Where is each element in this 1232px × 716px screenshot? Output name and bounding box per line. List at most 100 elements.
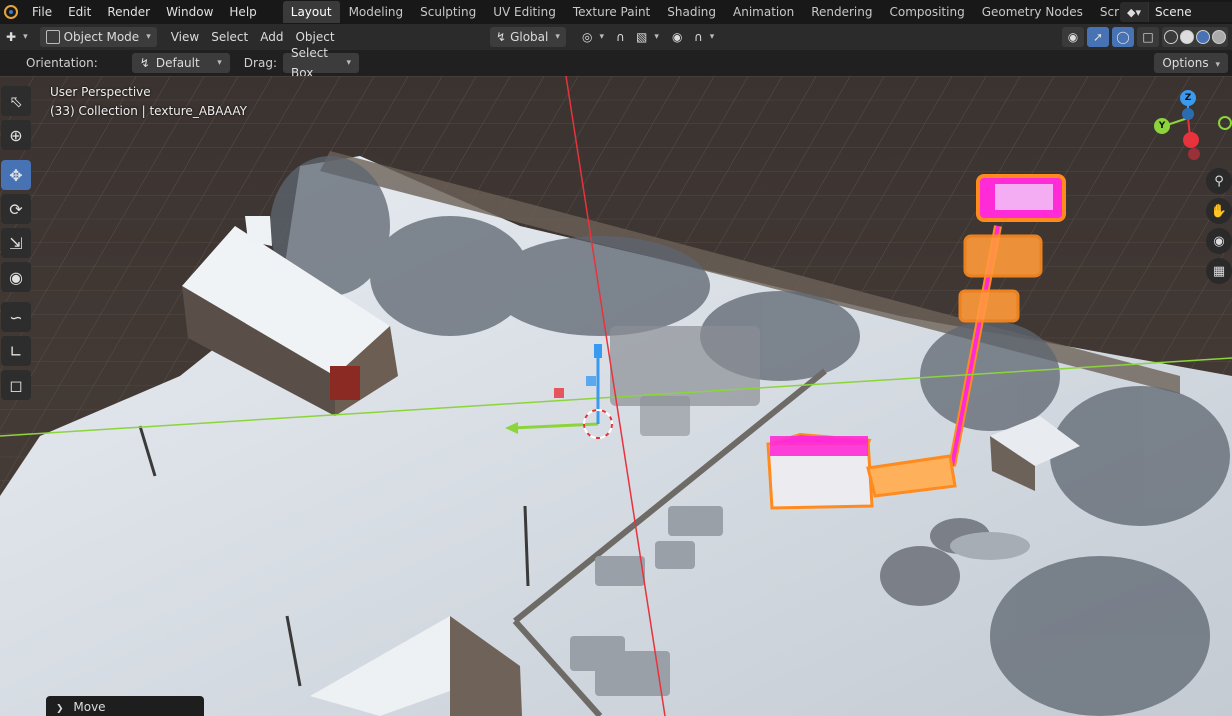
shading-mode-group bbox=[1162, 27, 1228, 47]
falloff-curve-icon: ∩ bbox=[694, 30, 703, 44]
scene-render bbox=[0, 76, 1232, 716]
menu-window[interactable]: Window bbox=[158, 0, 221, 24]
transform-tool-icon[interactable]: ◉ bbox=[1, 262, 31, 292]
overlay-circles-icon: ◯ bbox=[1116, 30, 1130, 44]
tab-texture-paint[interactable]: Texture Paint bbox=[565, 1, 658, 23]
chevron-down-icon: ▾ bbox=[555, 32, 560, 42]
viewport-collection-label: (33) Collection | texture_ABAAAY bbox=[50, 104, 247, 118]
camera-view-icon[interactable]: ◉ bbox=[1206, 228, 1232, 254]
options-label: Options bbox=[1162, 56, 1209, 70]
eye-icon: ◉ bbox=[1067, 30, 1079, 44]
menu-edit[interactable]: Edit bbox=[60, 0, 99, 24]
tool-settings-bar: Orientation: ↯ Default ▾ Drag: Select Bo… bbox=[0, 46, 1232, 80]
chevron-down-icon: ▾ bbox=[146, 32, 151, 42]
snap-toggle[interactable]: ∩ bbox=[610, 27, 631, 47]
tab-uv-editing[interactable]: UV Editing bbox=[485, 1, 564, 23]
chevron-down-icon: ▾ bbox=[599, 32, 605, 42]
object-mode-icon bbox=[45, 30, 60, 44]
pan-hand-icon[interactable]: ✋ bbox=[1206, 198, 1232, 224]
gizmo-x-axis[interactable] bbox=[1183, 132, 1199, 148]
tool-shelf: ⬁ ⊕ ✥ ⟳ ⇲ ◉ ∽ ∟ ◻ bbox=[0, 86, 32, 404]
chevron-down-icon: ▾ bbox=[23, 32, 28, 42]
tab-compositing[interactable]: Compositing bbox=[881, 1, 972, 23]
orientation-gizmo-icon: ↯ bbox=[139, 56, 150, 70]
orientation-label: Orientation: bbox=[26, 56, 98, 70]
blender-logo-icon[interactable] bbox=[4, 5, 18, 19]
tab-shading[interactable]: Shading bbox=[659, 1, 724, 23]
menu-add[interactable]: Add bbox=[254, 27, 289, 47]
drag-label: Drag: bbox=[243, 56, 277, 70]
gizmo-arrow-icon: ➚ bbox=[1092, 30, 1104, 44]
scene-icon[interactable]: ◆▾ bbox=[1120, 2, 1148, 22]
viewport-header: ✚ ▾ Object Mode ▾ View Select Add Object … bbox=[0, 24, 1232, 50]
chevron-down-icon: ▾ bbox=[346, 58, 351, 68]
zoom-icon[interactable]: ⚲ bbox=[1206, 168, 1232, 194]
tab-rendering[interactable]: Rendering bbox=[803, 1, 880, 23]
gizmo-toggle[interactable]: ➚ bbox=[1087, 27, 1109, 47]
gizmo-neg-z-axis[interactable] bbox=[1182, 108, 1194, 120]
drag-dropdown[interactable]: Select Box ▾ bbox=[282, 46, 359, 80]
workspace-tabs: Layout Modeling Sculpting UV Editing Tex… bbox=[282, 0, 1187, 24]
perspective-grid-icon[interactable]: ▦ bbox=[1206, 258, 1232, 284]
editor-type-button[interactable]: ✚ ▾ bbox=[0, 27, 34, 47]
mode-label: Object Mode bbox=[63, 30, 140, 44]
menu-render[interactable]: Render bbox=[99, 0, 158, 24]
pivot-point-button[interactable]: ◎ ▾ bbox=[576, 27, 610, 47]
menu-help[interactable]: Help bbox=[221, 0, 264, 24]
tab-layout[interactable]: Layout bbox=[282, 1, 340, 23]
navigation-gizmo[interactable]: Z Y bbox=[1152, 88, 1232, 168]
scale-tool-icon[interactable]: ⇲ bbox=[1, 228, 31, 258]
wireframe-shading-icon[interactable] bbox=[1164, 30, 1178, 44]
visibility-dropdown[interactable]: ◉ bbox=[1062, 27, 1084, 47]
xray-icon: □ bbox=[1142, 30, 1154, 44]
top-menu-bar: File Edit Render Window Help Layout Mode… bbox=[0, 0, 1232, 24]
orientation-value: Default bbox=[155, 56, 200, 70]
rotate-tool-icon[interactable]: ⟳ bbox=[1, 194, 31, 224]
orientation-dropdown[interactable]: ↯ Default ▾ bbox=[131, 53, 230, 73]
orientation-axes-icon: ↯ bbox=[496, 30, 507, 44]
scene-selector[interactable]: ◆▾ Scene bbox=[1120, 1, 1232, 23]
scene-name-field[interactable]: Scene bbox=[1148, 2, 1232, 22]
menu-select[interactable]: Select bbox=[205, 27, 254, 47]
gizmo-neg-y-axis[interactable] bbox=[1218, 116, 1232, 130]
falloff-dropdown[interactable]: ∩ ▾ bbox=[688, 27, 720, 47]
chevron-down-icon: ▾ bbox=[709, 32, 715, 42]
material-preview-icon[interactable] bbox=[1196, 30, 1210, 44]
gizmo-neg-x-axis[interactable] bbox=[1188, 148, 1200, 160]
snap-grid-icon: ▧ bbox=[636, 30, 648, 44]
viewport-perspective-label: User Perspective bbox=[50, 85, 151, 99]
last-operator-panel[interactable]: ❯ Move bbox=[46, 696, 204, 716]
annotate-tool-icon[interactable]: ∽ bbox=[1, 302, 31, 332]
gizmo-z-axis[interactable]: Z bbox=[1180, 90, 1196, 106]
snap-target-dropdown[interactable]: ▧ ▾ bbox=[630, 27, 665, 47]
transform-orientation-dropdown[interactable]: ↯ Global ▾ bbox=[490, 27, 566, 47]
gizmo-y-axis[interactable]: Y bbox=[1154, 118, 1170, 134]
viewport-display-tools: ◉ ➚ ◯ □ bbox=[1062, 27, 1228, 47]
select-box-tool-icon[interactable]: ⬁ bbox=[1, 86, 31, 116]
add-cube-tool-icon[interactable]: ◻ bbox=[1, 370, 31, 400]
proportional-edit-toggle[interactable]: ◉ bbox=[666, 27, 688, 47]
solid-shading-icon[interactable] bbox=[1180, 30, 1194, 44]
tab-sculpting[interactable]: Sculpting bbox=[412, 1, 484, 23]
measure-tool-icon[interactable]: ∟ bbox=[1, 336, 31, 366]
xray-toggle[interactable]: □ bbox=[1137, 27, 1159, 47]
tab-geometry-nodes[interactable]: Geometry Nodes bbox=[974, 1, 1091, 23]
options-dropdown[interactable]: Options ▾ bbox=[1154, 53, 1228, 73]
mode-dropdown[interactable]: Object Mode ▾ bbox=[39, 27, 157, 47]
chevron-down-icon: ▾ bbox=[1215, 60, 1220, 70]
overlay-toggle[interactable]: ◯ bbox=[1112, 27, 1134, 47]
tab-animation[interactable]: Animation bbox=[725, 1, 802, 23]
chevron-down-icon: ▾ bbox=[654, 32, 659, 42]
move-tool-icon[interactable]: ✥ bbox=[1, 160, 31, 190]
menu-file[interactable]: File bbox=[24, 0, 60, 24]
cursor-tool-icon[interactable]: ⊕ bbox=[1, 120, 31, 150]
menu-view[interactable]: View bbox=[165, 27, 205, 47]
tab-modeling[interactable]: Modeling bbox=[341, 1, 412, 23]
3d-viewport[interactable]: User Perspective (33) Collection | textu… bbox=[0, 76, 1232, 716]
chevron-right-icon: ❯ bbox=[56, 704, 64, 714]
magnet-icon: ∩ bbox=[616, 30, 625, 44]
rendered-shading-icon[interactable] bbox=[1212, 30, 1226, 44]
pivot-icon: ◎ bbox=[582, 30, 593, 44]
chevron-down-icon: ▾ bbox=[217, 58, 222, 68]
proportional-icon: ◉ bbox=[672, 30, 683, 44]
